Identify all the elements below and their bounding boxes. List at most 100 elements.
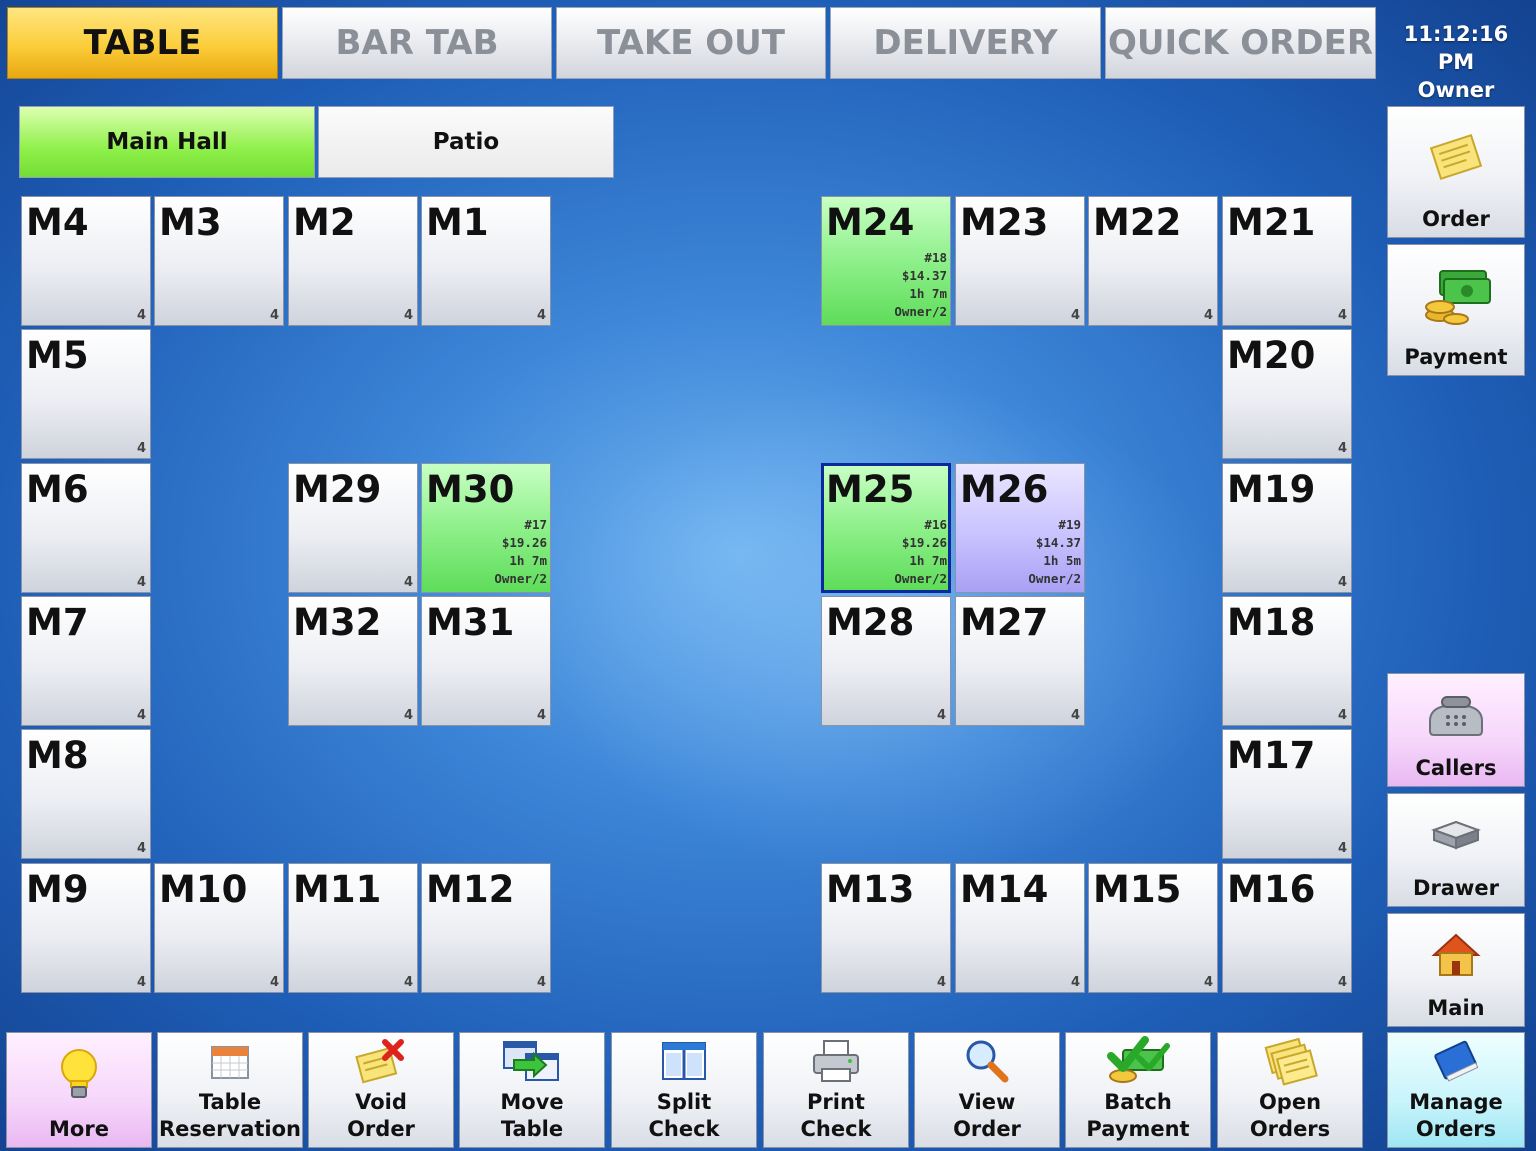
- notepad-icon: [1427, 107, 1485, 207]
- table-m17[interactable]: M17 4: [1222, 729, 1352, 859]
- tab-delivery[interactable]: DELIVERY: [830, 7, 1101, 79]
- table-m20[interactable]: M20 4: [1222, 329, 1352, 459]
- table-name: M24: [826, 201, 915, 244]
- table-name: M31: [426, 601, 515, 644]
- batch-payment-button[interactable]: Batch Payment: [1065, 1032, 1211, 1148]
- table-seats: 4: [536, 975, 546, 990]
- payment-button[interactable]: Payment: [1387, 244, 1525, 376]
- view-order-button[interactable]: View Order: [914, 1032, 1060, 1148]
- table-m15[interactable]: M15 4: [1088, 863, 1218, 993]
- main-button[interactable]: Main: [1387, 913, 1525, 1027]
- table-seats: 4: [1337, 575, 1347, 590]
- table-seats: 4: [1337, 975, 1347, 990]
- print-check-label: Print Check: [800, 1090, 872, 1141]
- table-m13[interactable]: M13 4: [821, 863, 951, 993]
- table-name: M9: [26, 868, 89, 911]
- table-order-info: #19 $14.37 1h 5m Owner/2: [1028, 516, 1081, 588]
- callers-button[interactable]: Callers: [1387, 673, 1525, 787]
- table-name: M19: [1227, 468, 1316, 511]
- table-name: M27: [960, 601, 1049, 644]
- section-patio[interactable]: Patio: [318, 106, 614, 178]
- table-m8[interactable]: M8 4: [21, 729, 151, 859]
- table-m6[interactable]: M6 4: [21, 463, 151, 593]
- table-name: M23: [960, 201, 1049, 244]
- tab-take-out[interactable]: TAKE OUT: [556, 7, 826, 79]
- table-m16[interactable]: M16 4: [1222, 863, 1352, 993]
- table-name: M22: [1093, 201, 1182, 244]
- table-m18[interactable]: M18 4: [1222, 596, 1352, 726]
- section-main-hall[interactable]: Main Hall: [19, 106, 315, 178]
- table-seats: 4: [1070, 308, 1080, 323]
- table-m9[interactable]: M9 4: [21, 863, 151, 993]
- table-m29[interactable]: M29 4: [288, 463, 418, 593]
- table-name: M15: [1093, 868, 1182, 911]
- table-name: M21: [1227, 201, 1316, 244]
- table-m1[interactable]: M1 4: [421, 196, 551, 326]
- table-m5[interactable]: M5 4: [21, 329, 151, 459]
- open-orders-button[interactable]: Open Orders: [1217, 1032, 1363, 1148]
- table-seats: 4: [136, 708, 146, 723]
- table-name: M2: [293, 201, 356, 244]
- table-order-info: #17 $19.26 1h 7m Owner/2: [494, 516, 547, 588]
- order-number: #16: [924, 517, 947, 532]
- table-m30[interactable]: M30 #17 $19.26 1h 7m Owner/2: [421, 463, 551, 593]
- table-seats: 4: [536, 708, 546, 723]
- table-name: M13: [826, 868, 915, 911]
- table-name: M30: [426, 468, 515, 511]
- table-m3[interactable]: M3 4: [154, 196, 284, 326]
- table-m31[interactable]: M31 4: [421, 596, 551, 726]
- table-m23[interactable]: M23 4: [955, 196, 1085, 326]
- order-duration: 1h 7m: [509, 553, 547, 568]
- table-m28[interactable]: M28 4: [821, 596, 951, 726]
- order-duration: 1h 5m: [1043, 553, 1081, 568]
- manage-orders-button[interactable]: Manage Orders: [1387, 1032, 1525, 1148]
- table-seats: 4: [136, 975, 146, 990]
- table-m12[interactable]: M12 4: [421, 863, 551, 993]
- table-seats: 4: [1337, 441, 1347, 456]
- order-number: #17: [524, 517, 547, 532]
- open-orders-icon: [1262, 1033, 1318, 1089]
- table-m25[interactable]: M25 #16 $19.26 1h 7m Owner/2: [821, 463, 951, 593]
- move-table-icon: [502, 1033, 562, 1089]
- table-m14[interactable]: M14 4: [955, 863, 1085, 993]
- tab-table[interactable]: TABLE: [7, 7, 278, 79]
- split-check-button[interactable]: Split Check: [611, 1032, 757, 1148]
- drawer-icon: [1428, 794, 1484, 876]
- batch-payment-label: Batch Payment: [1086, 1090, 1190, 1141]
- split-check-label: Split Check: [648, 1090, 720, 1141]
- table-m10[interactable]: M10 4: [154, 863, 284, 993]
- tab-quick-order[interactable]: QUICK ORDER: [1105, 7, 1376, 79]
- phone-icon: [1424, 674, 1488, 756]
- table-m7[interactable]: M7 4: [21, 596, 151, 726]
- order-server: Owner/2: [1028, 571, 1081, 586]
- table-name: M5: [26, 334, 89, 377]
- table-m24[interactable]: M24 #18 $14.37 1h 7m Owner/2: [821, 196, 951, 326]
- table-reservation-button[interactable]: Table Reservation: [157, 1032, 303, 1148]
- table-seats: 4: [136, 841, 146, 856]
- payment-label: Payment: [1404, 345, 1508, 369]
- drawer-button[interactable]: Drawer: [1387, 793, 1525, 907]
- more-button[interactable]: More: [6, 1032, 152, 1148]
- void-order-button[interactable]: Void Order: [308, 1032, 454, 1148]
- print-check-button[interactable]: Print Check: [763, 1032, 909, 1148]
- table-m2[interactable]: M2 4: [288, 196, 418, 326]
- callers-label: Callers: [1415, 756, 1497, 780]
- table-m27[interactable]: M27 4: [955, 596, 1085, 726]
- move-table-button[interactable]: Move Table: [459, 1032, 605, 1148]
- order-button[interactable]: Order: [1387, 106, 1525, 238]
- order-server: Owner/2: [894, 571, 947, 586]
- table-m21[interactable]: M21 4: [1222, 196, 1352, 326]
- table-m11[interactable]: M11 4: [288, 863, 418, 993]
- table-m26[interactable]: M26 #19 $14.37 1h 5m Owner/2: [955, 463, 1085, 593]
- table-m19[interactable]: M19 4: [1222, 463, 1352, 593]
- home-icon: [1430, 914, 1482, 996]
- calendar-icon: [209, 1033, 251, 1089]
- table-name: M26: [960, 468, 1049, 511]
- table-m4[interactable]: M4 4: [21, 196, 151, 326]
- table-m22[interactable]: M22 4: [1088, 196, 1218, 326]
- table-seats: 4: [1070, 975, 1080, 990]
- table-m32[interactable]: M32 4: [288, 596, 418, 726]
- table-seats: 4: [1337, 841, 1347, 856]
- tab-bar-tab[interactable]: BAR TAB: [282, 7, 552, 79]
- table-seats: 4: [136, 575, 146, 590]
